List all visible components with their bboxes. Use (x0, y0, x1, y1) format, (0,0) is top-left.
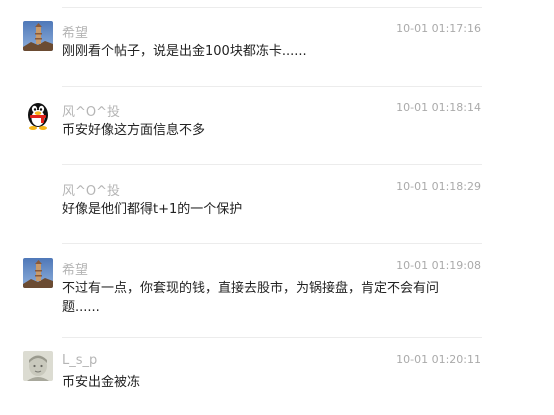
divider (62, 243, 482, 244)
sender-name[interactable]: 风^O^投 (62, 180, 120, 199)
message-timestamp: 10-01 01:20:11 (396, 353, 481, 366)
sketch-portrait-avatar[interactable] (23, 351, 53, 381)
chat-history-list: 希望 10-01 01:17:16 刚刚看个帖子，说是出金100块都冻卡....… (0, 0, 554, 415)
sender-name[interactable]: L_s_p (62, 353, 97, 368)
sender-name[interactable]: 希望 (62, 22, 88, 41)
message-timestamp: 10-01 01:18:14 (396, 101, 481, 114)
divider (62, 337, 482, 338)
message-text: 不过有一点，你套现的钱，直接去股市，为锅接盘，肯定不会有问题...... (62, 281, 440, 315)
sender-name[interactable]: 希望 (62, 259, 88, 278)
message-timestamp: 10-01 01:18:29 (396, 180, 481, 193)
qq-penguin-avatar[interactable] (23, 100, 53, 130)
message-text: 币安好像这方面信息不多 (62, 123, 206, 138)
message-text: 好像是他们都得t+1的一个保护 (62, 202, 243, 217)
message-timestamp: 10-01 01:19:08 (396, 259, 481, 272)
message-timestamp: 10-01 01:17:16 (396, 22, 481, 35)
tower-photo-avatar[interactable] (23, 258, 53, 288)
tower-photo-avatar[interactable] (23, 21, 53, 51)
divider (62, 7, 482, 8)
message-text: 刚刚看个帖子，说是出金100块都冻卡...... (62, 44, 307, 59)
divider (62, 164, 482, 165)
sender-name[interactable]: 风^O^投 (62, 101, 120, 120)
message-text: 币安出金被冻 (62, 375, 141, 390)
divider (62, 86, 482, 87)
